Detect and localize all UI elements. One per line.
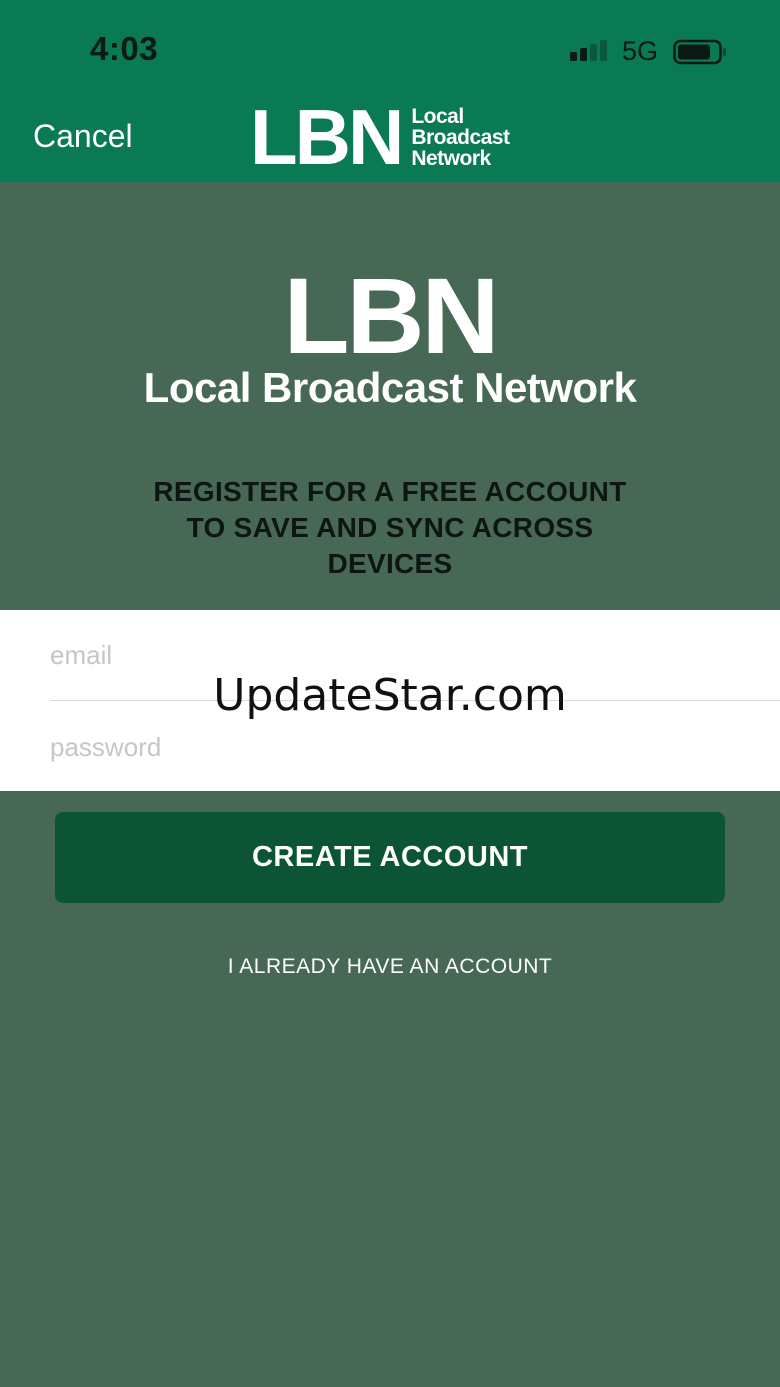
hero-logo-subtitle: Local Broadcast Network <box>143 364 637 411</box>
header-logo-line-network: Network <box>411 146 491 170</box>
battery-icon <box>673 39 726 65</box>
tagline-line-3: DEVICES <box>327 548 453 579</box>
signal-icon <box>570 40 607 61</box>
tagline-line-2: TO SAVE AND SYNC ACROSS <box>186 512 594 543</box>
header-logo-line-local: Local <box>411 104 464 128</box>
create-account-button[interactable]: CREATE ACCOUNT <box>55 812 725 903</box>
navigation-header: 4:03 5G Cancel LBN Local Broadcast Netwo… <box>0 0 780 182</box>
email-input[interactable] <box>50 625 780 685</box>
register-tagline: REGISTER FOR A FREE ACCOUNT TO SAVE AND … <box>90 474 690 582</box>
status-time: 4:03 <box>90 30 159 67</box>
header-logo-lbn: LBN <box>250 93 404 181</box>
already-have-account-link[interactable]: I ALREADY HAVE AN ACCOUNT <box>0 955 780 979</box>
header-divider <box>0 182 780 183</box>
hero-logo: LBN <box>283 255 500 376</box>
header-logo: LBN Local Broadcast Network <box>250 98 510 176</box>
field-divider <box>50 700 780 701</box>
header-logo-subtitle: Local Broadcast Network <box>411 104 510 170</box>
network-type-label: 5G <box>622 36 659 66</box>
cancel-button[interactable]: Cancel <box>33 118 133 155</box>
header-logo-line-broadcast: Broadcast <box>411 125 510 149</box>
credentials-form <box>0 610 780 791</box>
password-input[interactable] <box>50 717 780 777</box>
tagline-line-1: REGISTER FOR A FREE ACCOUNT <box>153 476 627 507</box>
